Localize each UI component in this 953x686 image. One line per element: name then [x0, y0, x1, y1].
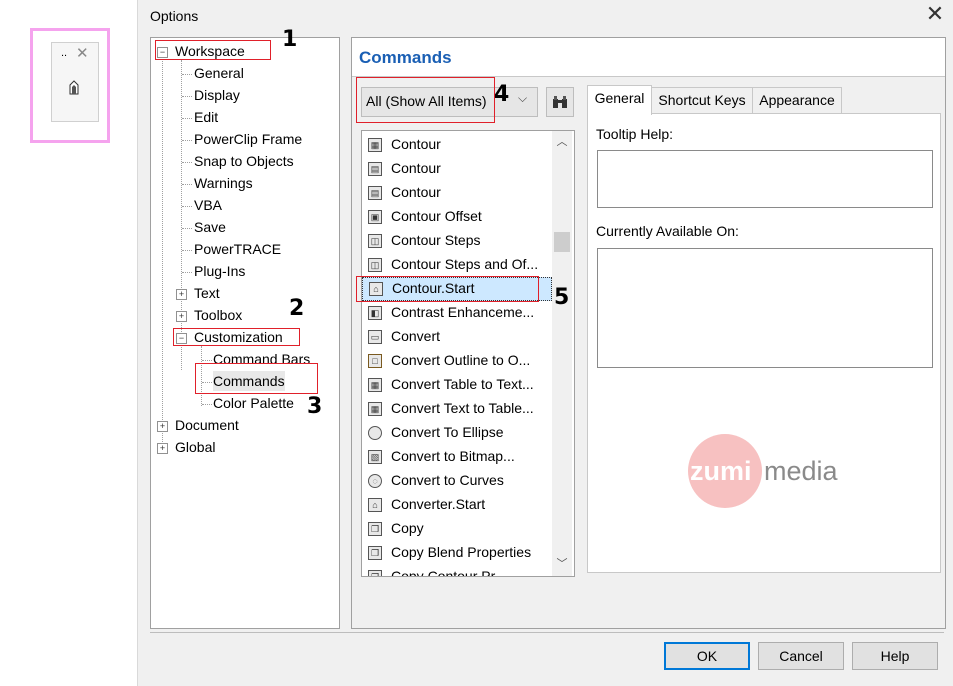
- copy-icon: ❐: [368, 522, 382, 536]
- annotation-3: 3: [307, 394, 323, 419]
- contour-offset-icon: ▣: [368, 210, 382, 224]
- currently-available-list[interactable]: [597, 248, 933, 368]
- global-expand-icon[interactable]: +: [157, 443, 168, 454]
- convert-outline-icon: □: [368, 354, 382, 368]
- list-item[interactable]: ⌂ Converter.Start: [362, 493, 552, 517]
- mini-toolbar-close-icon[interactable]: ✕: [76, 44, 89, 62]
- commands-list[interactable]: ▦ Contour ▤ Contour ▤ Contour ▣ Contour Offs…: [361, 130, 575, 577]
- options-tree: − Workspace 1 General Display Edit Power…: [150, 27, 340, 629]
- text-expand-icon[interactable]: +: [176, 289, 187, 300]
- tree-item-plug-ins[interactable]: Plug-Ins: [194, 261, 245, 281]
- scroll-thumb[interactable]: [554, 232, 570, 252]
- list-item[interactable]: ▦ Convert Table to Text...: [362, 373, 552, 397]
- highlight-box-1: [155, 40, 271, 60]
- contour-steps-icon: ◫: [368, 234, 382, 248]
- tree-item-save[interactable]: Save: [194, 217, 226, 237]
- convert-to-bitmap-icon: ▧: [368, 450, 382, 464]
- list-item[interactable]: ▣ Contour Offset: [362, 205, 552, 229]
- list-item[interactable]: ▦ Convert Text to Table...: [362, 397, 552, 421]
- list-item[interactable]: ❐ Copy Contour Pr...: [362, 565, 552, 576]
- convert-text-to-table-icon: ▦: [368, 402, 382, 416]
- currently-available-label: Currently Available On:: [596, 223, 739, 239]
- general-tab-panel: Tooltip Help: Currently Available On: zu…: [587, 113, 941, 573]
- tab-appearance[interactable]: Appearance: [752, 87, 842, 113]
- convert-table-to-text-icon: ▦: [368, 378, 382, 392]
- convert-to-curves-icon: ◌: [368, 474, 382, 488]
- tree-item-edit[interactable]: Edit: [194, 107, 218, 127]
- pane-header: Commands: [352, 38, 945, 77]
- highlight-box-3: [195, 363, 318, 394]
- list-item[interactable]: ▭ Convert: [362, 325, 552, 349]
- annotation-2: 2: [289, 296, 305, 321]
- highlight-box-5: [356, 276, 539, 302]
- cancel-button[interactable]: Cancel: [758, 642, 844, 670]
- tree-item-warnings[interactable]: Warnings: [194, 173, 253, 193]
- contour-steps-offset-icon: ◫: [368, 258, 382, 272]
- converter-start-icon: ⌂: [368, 498, 382, 512]
- tree-item-snap-to-objects[interactable]: Snap to Objects: [194, 151, 294, 171]
- scroll-down-icon[interactable]: ﹀: [552, 555, 572, 573]
- document-expand-icon[interactable]: +: [157, 421, 168, 432]
- tree-item-color-palette[interactable]: Color Palette: [213, 393, 294, 413]
- options-dialog: Options ✕ − Workspace 1 General Display …: [137, 0, 953, 686]
- separator: [150, 632, 944, 633]
- list-item[interactable]: ▧ Convert to Bitmap...: [362, 445, 552, 469]
- list-item[interactable]: ▤ Contour: [362, 157, 552, 181]
- tree-item-text[interactable]: Text: [194, 283, 220, 303]
- tree-item-toolbox[interactable]: Toolbox: [194, 305, 242, 325]
- contour-start-icon[interactable]: [67, 79, 81, 95]
- list-item[interactable]: □ Convert Outline to O...: [362, 349, 552, 373]
- list-item[interactable]: Convert To Ellipse: [362, 421, 552, 445]
- watermark-logo: zumi media: [688, 434, 848, 509]
- list-item[interactable]: ❐ Copy: [362, 517, 552, 541]
- scroll-up-icon[interactable]: ︿: [552, 133, 572, 151]
- close-icon[interactable]: ✕: [924, 2, 946, 26]
- list-item[interactable]: ◌ Convert to Curves: [362, 469, 552, 493]
- list-item[interactable]: ◫ Contour Steps and Of...: [362, 253, 552, 277]
- tooltip-help-field[interactable]: [597, 150, 933, 208]
- dialog-title: Options: [150, 8, 199, 24]
- highlight-box-4: [356, 77, 495, 123]
- tree-item-powerclip-frame[interactable]: PowerClip Frame: [194, 129, 302, 149]
- list-item[interactable]: ❐ Copy Blend Properties: [362, 541, 552, 565]
- pane-title: Commands: [359, 48, 452, 67]
- toolbox-expand-icon[interactable]: +: [176, 311, 187, 322]
- copy-blend-properties-icon: ❐: [368, 546, 382, 560]
- convert-to-ellipse-icon: [368, 426, 382, 440]
- tab-shortcut-keys[interactable]: Shortcut Keys: [650, 87, 754, 113]
- ok-button[interactable]: OK: [664, 642, 750, 670]
- tree-item-display[interactable]: Display: [194, 85, 240, 105]
- tree-item-vba[interactable]: VBA: [194, 195, 222, 215]
- contour-icon: ▦: [368, 138, 382, 152]
- commands-pane: Commands All (Show All Items) ⌵ 4 ▦ Conto…: [351, 37, 946, 629]
- convert-icon: ▭: [368, 330, 382, 344]
- tree-item-powertrace[interactable]: PowerTRACE: [194, 239, 281, 259]
- list-item[interactable]: ◫ Contour Steps: [362, 229, 552, 253]
- contour-icon: ▤: [368, 186, 382, 200]
- tooltip-help-label: Tooltip Help:: [596, 126, 674, 142]
- annotation-5: 5: [554, 285, 570, 310]
- contrast-enhancement-icon: ◧: [368, 306, 382, 320]
- contour-icon: ▤: [368, 162, 382, 176]
- tree-item-global[interactable]: Global: [175, 437, 215, 457]
- copy-contour-properties-icon: ❐: [368, 570, 382, 576]
- list-item[interactable]: ▤ Contour: [362, 181, 552, 205]
- tab-general[interactable]: General: [587, 85, 652, 115]
- list-item[interactable]: ◧ Contrast Enhanceme...: [362, 301, 552, 325]
- list-scrollbar[interactable]: ︿ ﹀: [552, 131, 572, 576]
- help-button[interactable]: Help: [852, 642, 938, 670]
- list-item[interactable]: ▦ Contour: [362, 133, 552, 157]
- mini-toolbar[interactable]: .. ✕: [51, 42, 99, 122]
- tree-item-document[interactable]: Document: [175, 415, 239, 435]
- mini-toolbar-handle[interactable]: ..: [61, 47, 67, 59]
- chevron-down-icon[interactable]: ⌵: [518, 91, 527, 106]
- highlight-box-2: [173, 328, 300, 346]
- find-binoculars-icon[interactable]: [546, 87, 574, 117]
- annotation-4: 4: [494, 82, 510, 107]
- annotation-1: 1: [282, 27, 298, 52]
- tree-item-general[interactable]: General: [194, 63, 244, 83]
